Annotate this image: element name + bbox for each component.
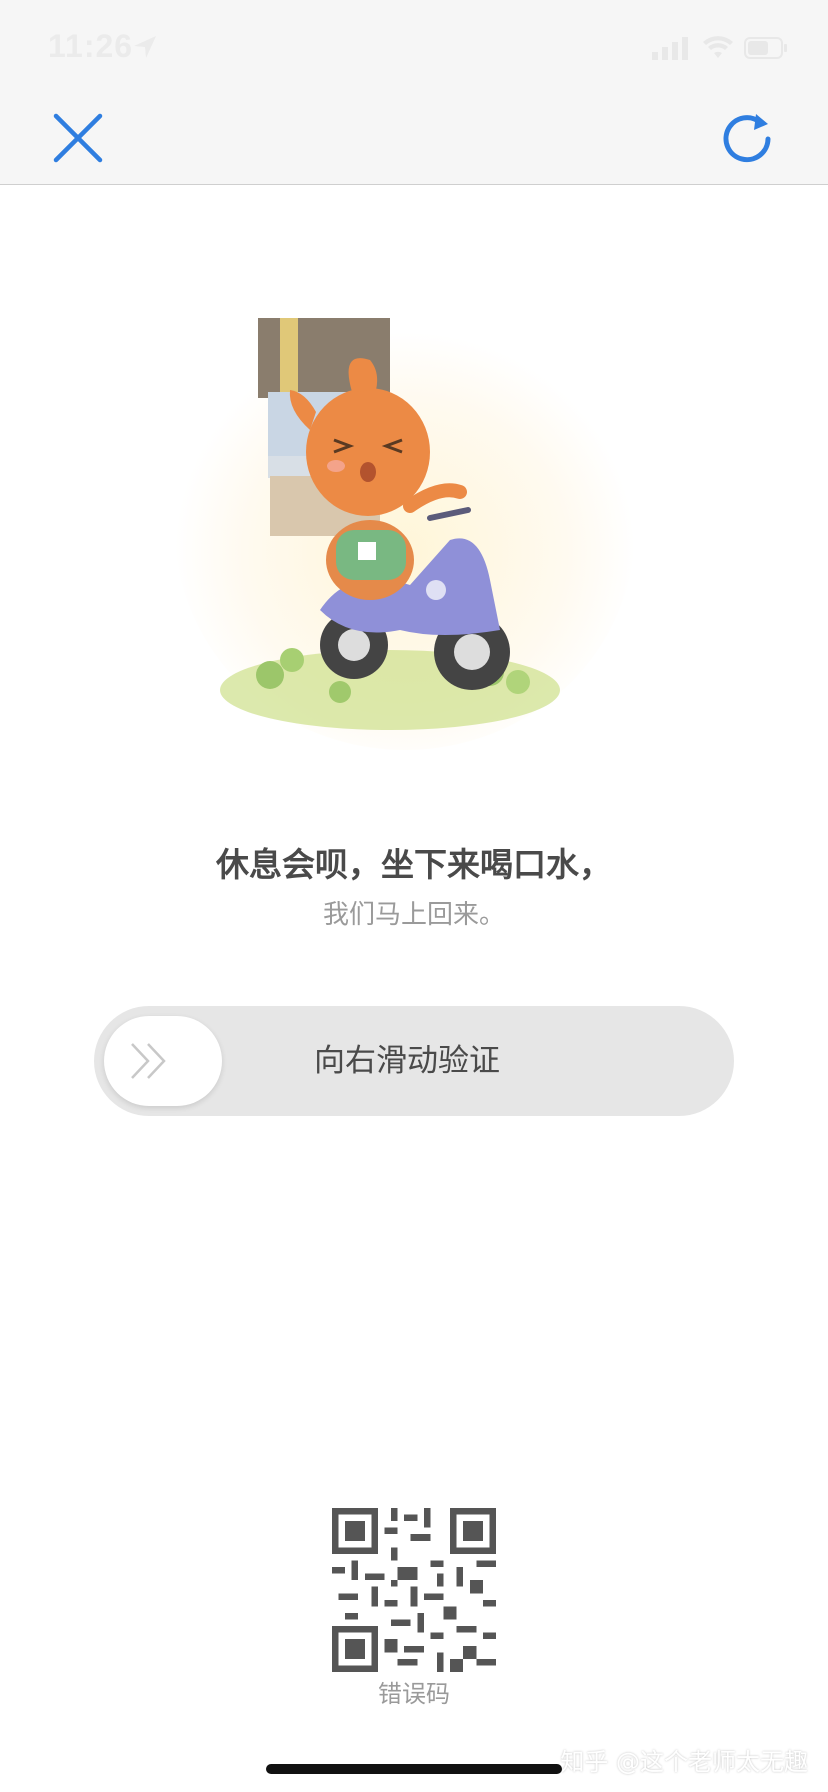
battery-icon (744, 37, 787, 59)
double-chevron-right-icon (131, 1043, 166, 1079)
qr-label: 错误码 (378, 1680, 450, 1708)
status-bar: 11:26 (0, 0, 828, 96)
refresh-icon[interactable] (716, 108, 778, 170)
top-area: 11:26 (0, 0, 828, 185)
location-arrow-icon (134, 36, 156, 58)
status-time: 11:26 (48, 28, 134, 64)
message-title: 休息会呗，坐下来喝口水， (216, 845, 612, 884)
slider-handle[interactable] (104, 1016, 222, 1106)
close-icon[interactable] (48, 108, 108, 168)
slide-to-verify-slider[interactable]: 向右滑动验证 (94, 1006, 734, 1116)
watermark: 知乎 @这个老师太无趣 (560, 1748, 808, 1776)
message-subtitle: 我们马上回来。 (322, 900, 505, 930)
home-indicator (266, 1764, 562, 1774)
wifi-icon (703, 36, 733, 58)
slider-label: 向右滑动验证 (314, 1043, 500, 1079)
error-qr-code (332, 1508, 496, 1672)
cellular-signal-icon (652, 37, 688, 60)
delivery-illustration (175, 310, 635, 750)
